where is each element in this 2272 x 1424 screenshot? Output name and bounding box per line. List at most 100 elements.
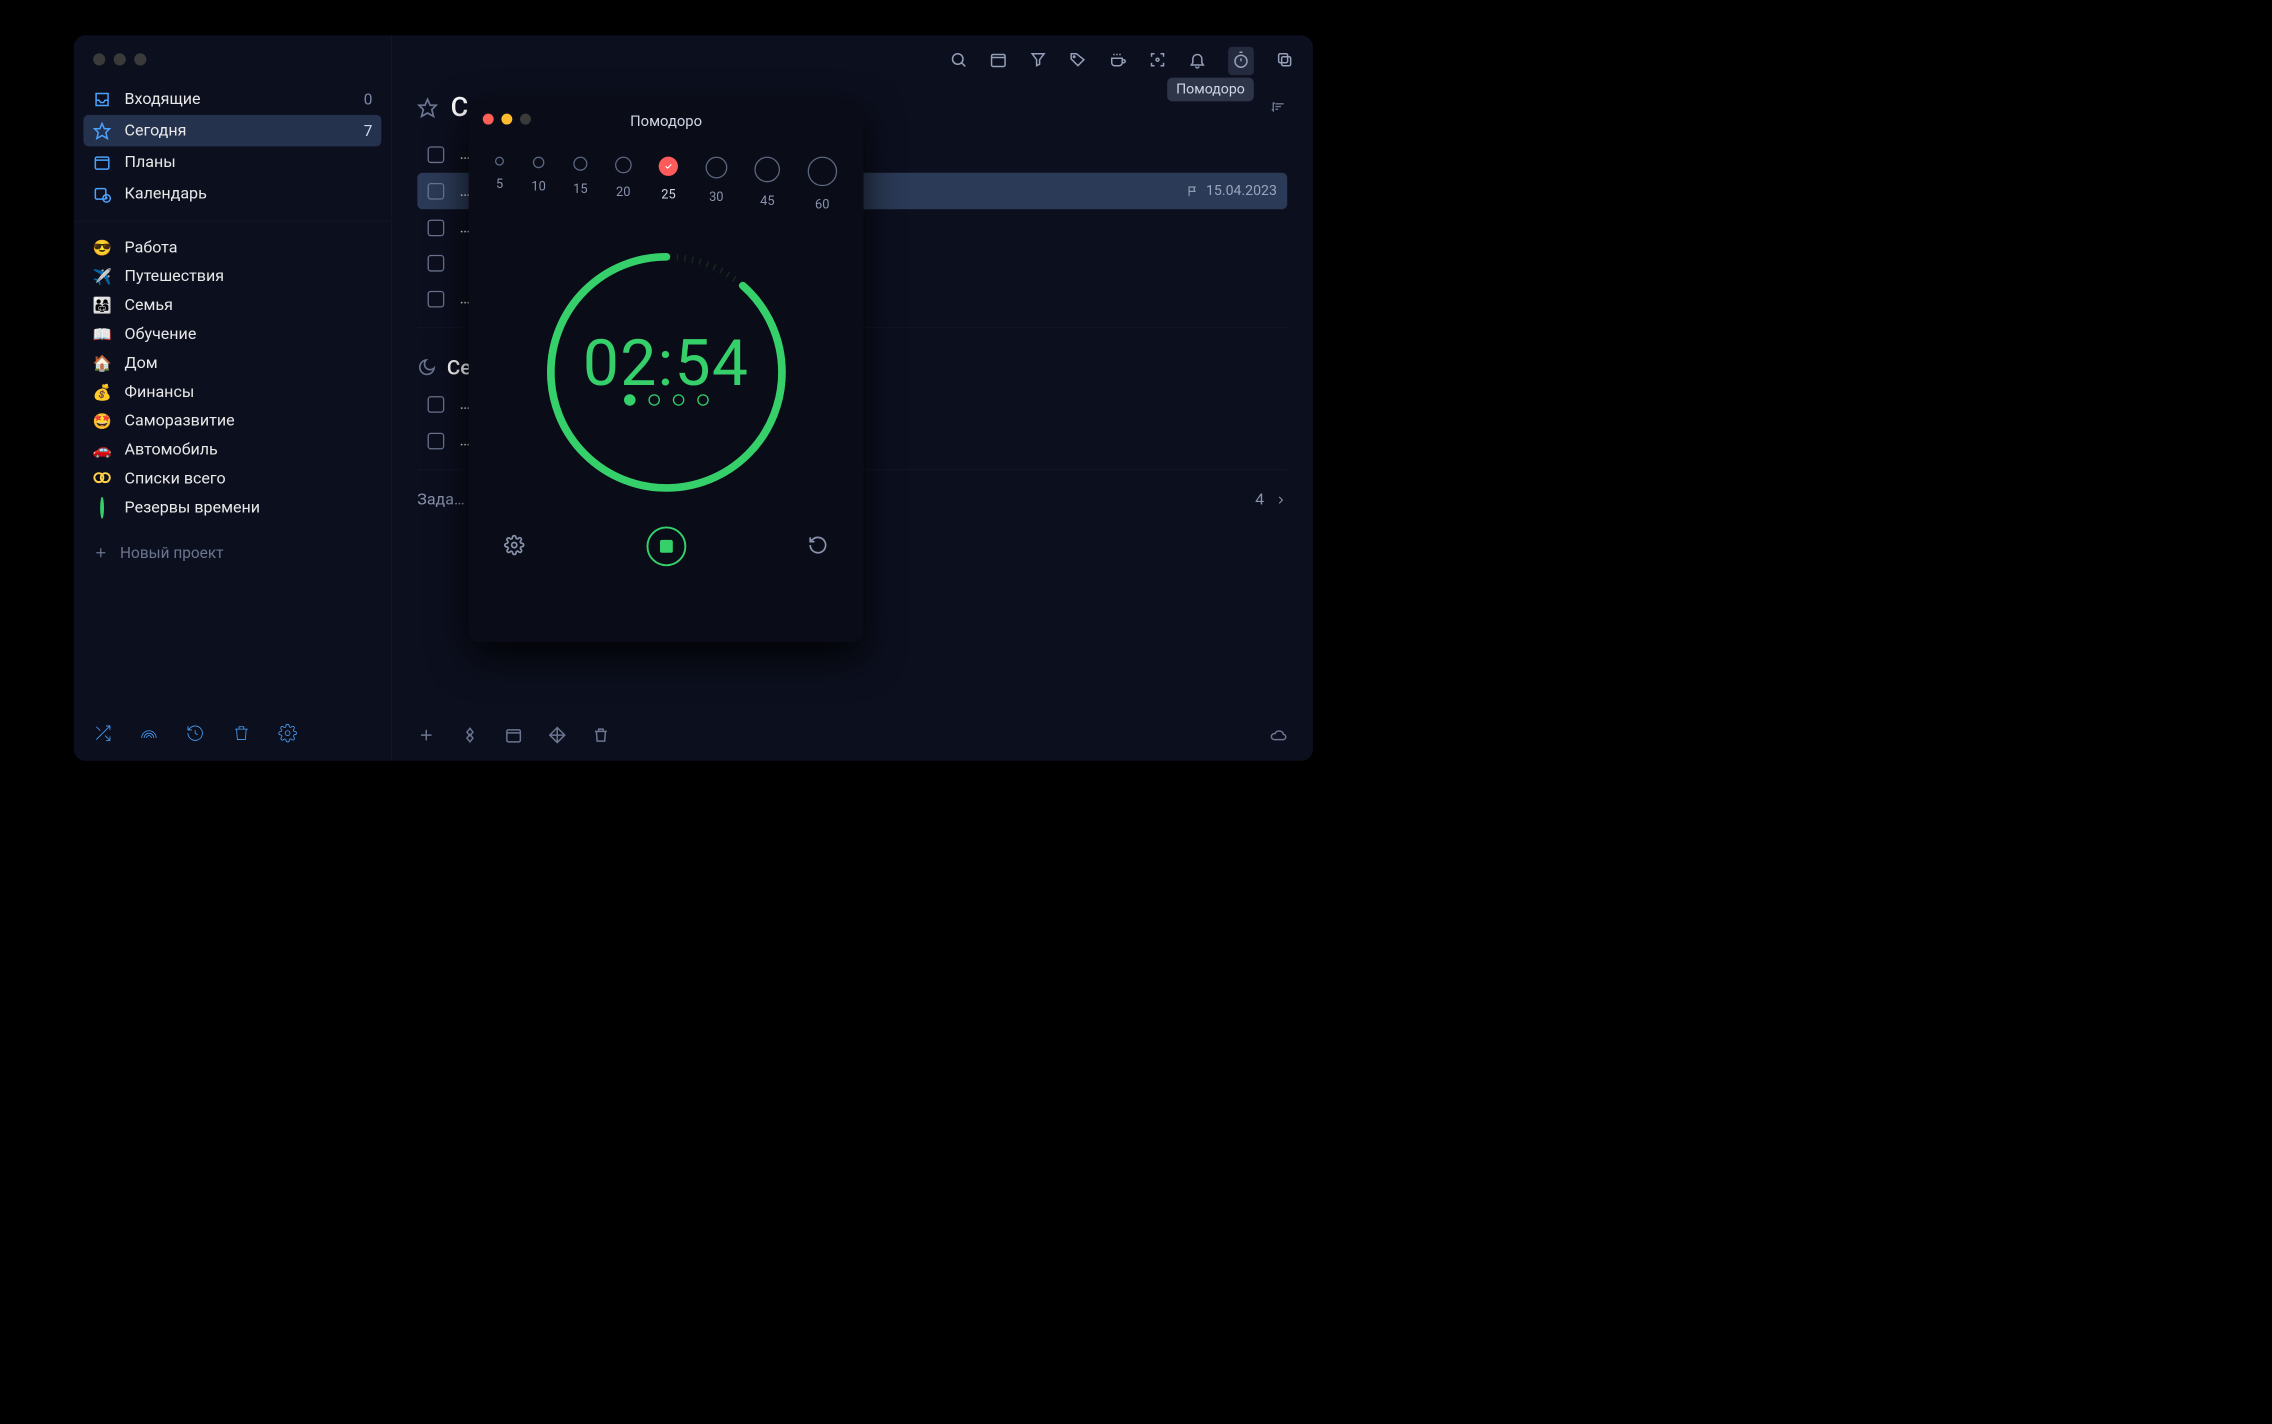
cycle-dot [648,394,660,406]
nav-today[interactable]: Сегодня 7 [83,115,381,146]
preset-25[interactable]: 25 [659,157,678,212]
add-icon[interactable] [417,726,435,747]
preset-label: 45 [760,193,774,208]
checkbox[interactable] [428,396,445,413]
calendar-clock-icon [92,185,111,203]
minimize-dot[interactable] [501,114,512,125]
project-car[interactable]: 🚗Автомобиль [83,435,381,464]
project-finance[interactable]: 💰 Финансы [83,377,381,406]
bell-icon[interactable] [1188,51,1206,72]
preset-label: 10 [531,178,545,193]
star-outline-icon[interactable] [417,97,438,118]
close-dot[interactable] [93,53,105,65]
project-label: Обучение [125,325,197,344]
project-learning[interactable]: 📖 Обучение [83,320,381,349]
tag-icon[interactable] [1069,51,1087,72]
delete-icon[interactable] [592,726,610,747]
nav-plans[interactable]: Планы [83,146,381,177]
project-reserves[interactable]: Резервы времени [83,493,381,522]
history-icon[interactable] [186,724,205,746]
cloud-icon[interactable] [1269,726,1287,747]
project-selfdev[interactable]: 🤩Саморазвитие [83,406,381,435]
zoom-dot[interactable] [134,53,146,65]
cycle-dot [697,394,709,406]
preset-45[interactable]: 45 [754,157,780,212]
copy-icon[interactable] [1276,51,1294,72]
pomodoro-cycle-dots [624,394,709,406]
focus-icon[interactable] [1149,51,1167,72]
emoji-icon: 💰 [92,383,111,401]
preset-15[interactable]: 15 [573,157,587,212]
priority-icon[interactable] [461,726,479,747]
due-date: 15.04.2023 [1206,183,1277,199]
moon-icon [417,358,436,377]
project-label: Финансы [125,383,195,402]
emoji-icon: 🚗 [92,441,111,459]
nav-calendar[interactable]: Календарь [83,178,381,209]
star-icon [92,122,111,140]
task-due: 15.04.2023 [1187,183,1277,199]
emoji-icon: 📖 [92,325,111,343]
checkbox[interactable] [428,183,445,200]
project-label: Списки всего [125,469,226,488]
pomodoro-traffic-lights [483,114,531,125]
shuffle-icon[interactable] [93,724,112,746]
search-icon[interactable] [950,51,968,72]
project-travel[interactable]: ✈️Путешествия [83,262,381,291]
preset-label: 15 [573,181,587,196]
inbox-icon [92,90,111,108]
project-lists[interactable]: Списки всего [83,464,381,493]
rainbow-icon[interactable] [139,724,158,746]
pomodoro-presets: 5 10 15 20 25 30 45 60 [469,130,864,212]
ring-icon [92,499,111,517]
pomodoro-controls [469,507,864,585]
main-header: Помодоро [392,35,1313,79]
coffee-icon[interactable] [1109,51,1127,72]
nav-label: Сегодня [125,121,351,140]
nav-list: Входящие 0 Сегодня 7 Планы Календарь [74,83,391,209]
checkbox[interactable] [428,291,445,308]
trash-icon[interactable] [232,724,251,746]
checkbox[interactable] [428,432,445,449]
preset-label: 20 [616,184,630,199]
preset-label: 25 [661,186,675,201]
preset-10[interactable]: 10 [531,157,545,212]
project-family[interactable]: 👨‍👩‍👧Семья [83,291,381,320]
filter-icon[interactable] [1029,51,1047,72]
preset-5[interactable]: 5 [495,157,504,212]
settings-icon[interactable] [278,724,297,746]
preset-30[interactable]: 30 [705,157,727,212]
pomodoro-settings-icon[interactable] [504,535,525,558]
close-dot[interactable] [483,114,494,125]
summary-label: Зада… [417,490,464,509]
checkbox[interactable] [428,219,445,236]
cycle-dot [672,394,684,406]
main-bottom-toolbar [392,712,1313,761]
checkbox[interactable] [428,255,445,272]
pomodoro-stop-button[interactable] [646,526,686,566]
project-work[interactable]: 😎Работа [83,233,381,262]
preset-60[interactable]: 60 [807,157,837,212]
zoom-dot[interactable] [520,114,531,125]
move-icon[interactable] [548,726,566,747]
minimize-dot[interactable] [114,53,126,65]
project-label: Резервы времени [125,498,260,517]
chevron-right-icon [1274,493,1287,506]
project-home[interactable]: 🏠Дом [83,349,381,378]
nav-label: Планы [125,153,373,172]
stopwatch-icon[interactable]: Помодоро [1228,47,1254,75]
summary-count: 4 [1255,490,1264,509]
nav-label: Входящие [125,90,351,109]
sort-icon[interactable] [1271,98,1288,117]
checkbox[interactable] [428,146,445,163]
nav-inbox[interactable]: Входящие 0 [83,83,381,114]
new-project-button[interactable]: Новый проект [74,534,391,573]
sidebar-divider [74,221,391,222]
calendar-icon[interactable] [989,51,1007,72]
pomodoro-reset-icon[interactable] [808,535,829,558]
new-project-label: Новый проект [120,544,224,562]
nav-label: Календарь [125,184,373,203]
preset-20[interactable]: 20 [615,157,632,212]
pomodoro-window: Помодоро 5 10 15 20 25 30 45 60 02:54 [469,100,864,642]
schedule-icon[interactable] [505,726,523,747]
